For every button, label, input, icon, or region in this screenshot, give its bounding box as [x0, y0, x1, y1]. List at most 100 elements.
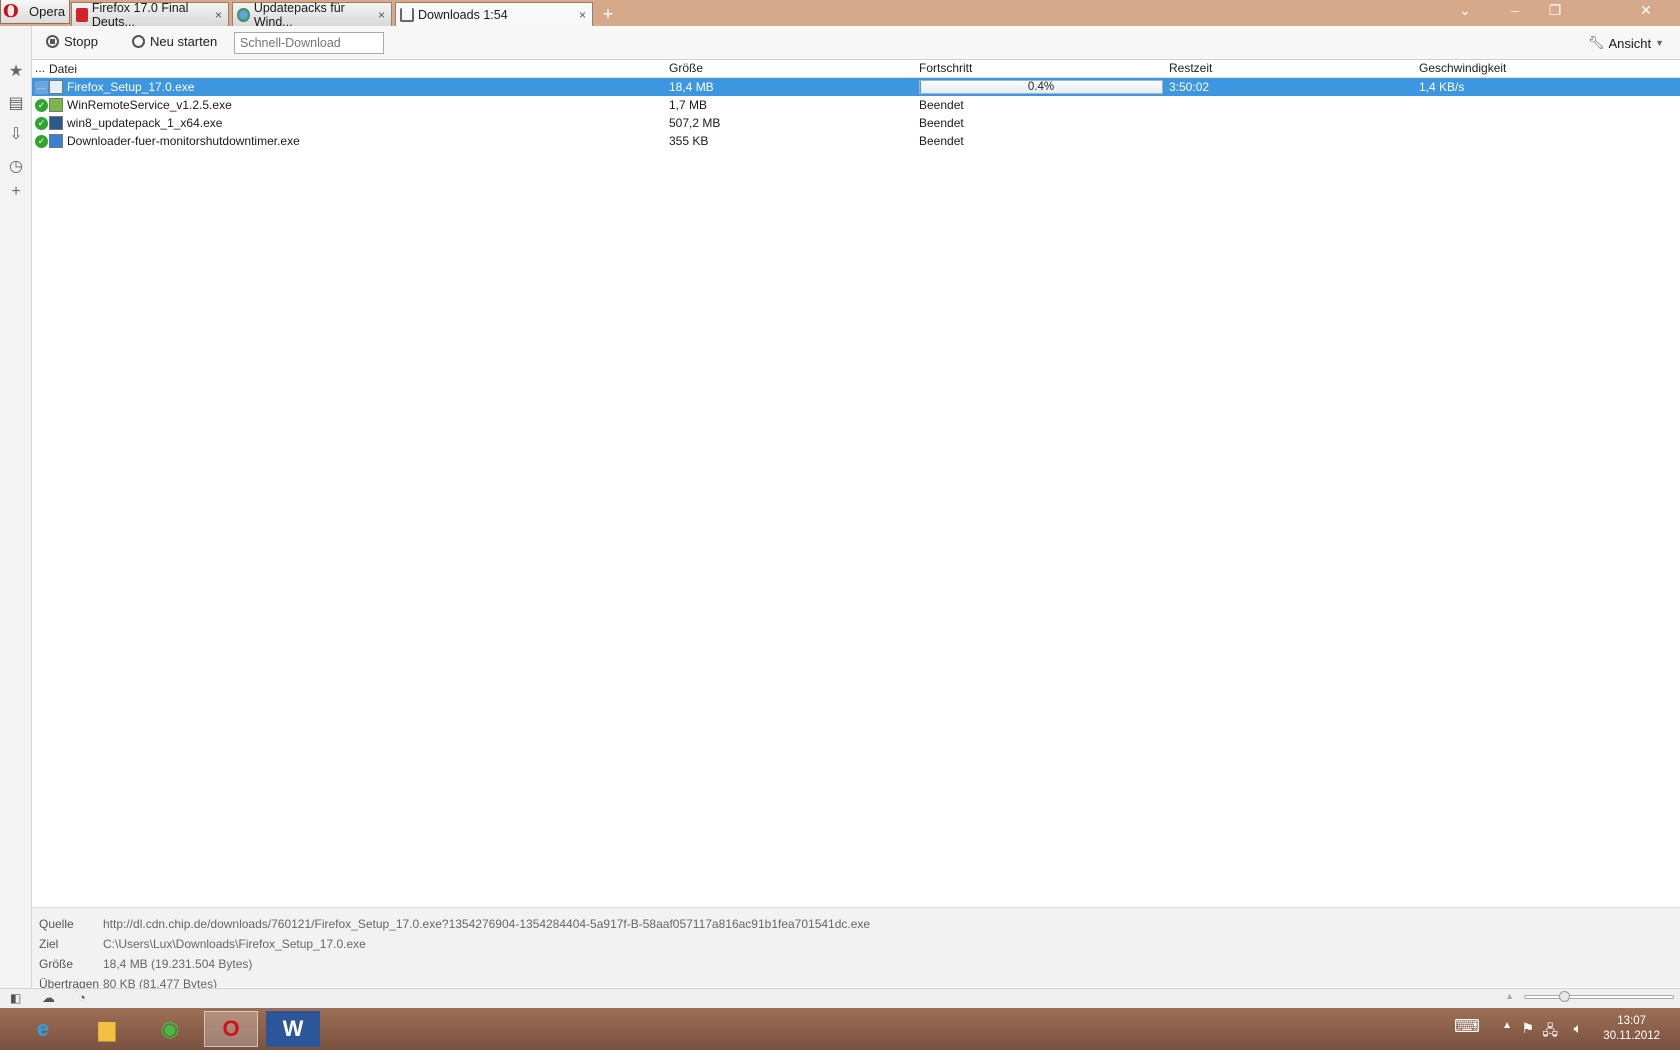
progress-fill: [920, 81, 921, 93]
restart-label: Neu starten: [150, 34, 218, 49]
chevron-down-icon: ▼: [1655, 38, 1664, 48]
keyboard-icon[interactable]: ⌨: [1454, 1016, 1480, 1037]
stop-label: Stopp: [64, 34, 98, 49]
table-row[interactable]: … Firefox_Setup_17.0.exe 18,4 MB 0.4% 3:…: [32, 78, 1680, 96]
tab-firefox[interactable]: Firefox 17.0 Final Deuts... ×: [71, 0, 229, 29]
tab-title: Updatepacks für Wind...: [253, 0, 345, 29]
progress-label: 0.4%: [1027, 81, 1055, 93]
tray-expand-icon[interactable]: ▲: [1502, 1020, 1512, 1031]
column-header-file[interactable]: Datei: [49, 61, 669, 77]
file-icon: [49, 80, 63, 94]
tab-updatepacks[interactable]: Updatepacks für Wind... ×: [232, 0, 392, 29]
downloading-icon: …: [35, 80, 48, 94]
column-header-remaining[interactable]: Restzeit: [1169, 61, 1419, 77]
opera-menu-label: Opera: [29, 4, 66, 19]
turbo-icon[interactable]: ◔: [78, 990, 86, 1005]
action-center-flag-icon[interactable]: ⚑: [1521, 1020, 1534, 1037]
panel-toggle-icon[interactable]: ◧: [10, 991, 21, 1005]
column-header-speed[interactable]: Geschwindigkeit: [1419, 61, 1679, 77]
zoom-up-icon[interactable]: ▲: [1505, 991, 1514, 1001]
file-size: 355 KB: [669, 134, 709, 148]
target-path[interactable]: C:\Users\Lux\Downloads\Firefox_Setup_17.…: [103, 937, 366, 951]
clock-date: 30.11.2012: [1603, 1030, 1660, 1042]
size-value: 18,4 MB (19.231.504 Bytes): [103, 957, 253, 971]
zoom-slider-knob[interactable]: [1559, 991, 1570, 1002]
download-speed: 1,4 KB/s: [1419, 80, 1465, 94]
file-name: Downloader-fuer-monitorshutdowntimer.exe: [67, 134, 300, 148]
bookmarks-star-icon[interactable]: ★: [6, 62, 26, 82]
restore-icon[interactable]: ❐: [1540, 2, 1570, 19]
column-header-size[interactable]: Größe: [669, 61, 919, 77]
restart-button[interactable]: Neu starten: [132, 34, 217, 49]
downloads-panel-icon[interactable]: ⇩: [6, 125, 26, 145]
downloads-toolbar: Stopp Neu starten 🔧︎ Ansicht ▼: [32, 26, 1680, 60]
remaining-time: 3:50:02: [1169, 80, 1210, 94]
opera-taskbar-icon[interactable]: O: [204, 1011, 258, 1047]
download-details-pane: Quelle http://dl.cdn.chip.de/downloads/7…: [32, 907, 1680, 991]
check-icon: ✓: [35, 134, 48, 148]
download-icon: [400, 7, 414, 22]
zoom-slider[interactable]: [1524, 991, 1674, 1002]
side-panel: ★ ▤ ⇩ ◷ +: [0, 26, 32, 1008]
tab-close-icon[interactable]: ×: [376, 8, 387, 22]
history-clock-icon[interactable]: ◷: [6, 157, 26, 177]
detail-label: Ziel: [39, 937, 59, 951]
notes-icon[interactable]: ▤: [6, 94, 26, 114]
volume-icon[interactable]: 🔈︎: [1574, 1020, 1582, 1037]
column-header-progress[interactable]: Fortschritt: [919, 61, 1169, 77]
file-name: win8_updatepack_1_x64.exe: [67, 116, 223, 130]
favicon-icon: [76, 7, 88, 22]
tab-close-icon[interactable]: ×: [577, 8, 588, 22]
tab-close-icon[interactable]: ×: [213, 8, 224, 22]
file-explorer-icon[interactable]: ▆: [80, 1011, 134, 1047]
view-label: Ansicht: [1608, 35, 1652, 51]
tab-downloads[interactable]: Downloads 1:54 ×: [395, 2, 593, 26]
progress-status: Beendet: [919, 134, 964, 148]
opera-logo-icon: O: [3, 0, 19, 22]
file-name: Firefox_Setup_17.0.exe: [67, 80, 195, 94]
detail-source: Quelle http://dl.cdn.chip.de/downloads/7…: [32, 914, 1680, 934]
quick-download-input[interactable]: [234, 32, 384, 54]
stop-button[interactable]: Stopp: [46, 34, 98, 49]
check-icon: ✓: [35, 116, 48, 130]
browser-titlebar: O Opera Firefox 17.0 Final Deuts... × Up…: [0, 0, 1680, 29]
word-icon[interactable]: W: [266, 1011, 320, 1047]
favicon-icon: [237, 7, 250, 22]
wrench-icon: 🔧︎: [1587, 35, 1605, 50]
progress-status: Beendet: [919, 116, 964, 130]
add-panel-icon[interactable]: +: [6, 182, 26, 202]
table-row[interactable]: ✓ WinRemoteService_v1.2.5.exe 1,7 MB Bee…: [32, 96, 1680, 114]
progress-bar: 0.4%: [919, 80, 1163, 94]
taskbar-clock[interactable]: 13:07 30.11.2012: [1603, 1014, 1660, 1044]
file-name: WinRemoteService_v1.2.5.exe: [67, 98, 232, 112]
view-menu-button[interactable]: 🔧︎ Ansicht ▼: [1588, 35, 1664, 51]
check-icon: ✓: [35, 98, 48, 112]
column-header-flag[interactable]: ...: [32, 61, 49, 77]
status-bar: ◧ ☁ ◔ ▲: [0, 988, 1680, 1008]
new-tab-button[interactable]: +: [598, 4, 618, 24]
detail-label: Größe: [39, 957, 74, 971]
restart-icon: [132, 35, 145, 48]
detail-label: Quelle: [39, 917, 74, 931]
internet-explorer-icon[interactable]: e: [16, 1011, 70, 1047]
network-icon[interactable]: 🖧︎: [1542, 1020, 1558, 1044]
table-header: ... Datei Größe Fortschritt Restzeit Ges…: [32, 61, 1680, 78]
minimize-icon[interactable]: –: [1500, 2, 1530, 18]
progress-status: Beendet: [919, 98, 964, 112]
detail-size: Größe 18,4 MB (19.231.504 Bytes): [32, 954, 1680, 974]
table-row[interactable]: ✓ Downloader-fuer-monitorshutdowntimer.e…: [32, 132, 1680, 150]
source-url[interactable]: http://dl.cdn.chip.de/downloads/760121/F…: [103, 917, 870, 931]
clock-time: 13:07: [1617, 1015, 1647, 1027]
tab-title: Downloads 1:54: [418, 7, 508, 22]
tab-title: Firefox 17.0 Final Deuts...: [91, 0, 189, 29]
media-center-icon[interactable]: ◉: [143, 1011, 197, 1047]
opera-menu-button[interactable]: O Opera: [0, 0, 70, 24]
tab-list-icon[interactable]: ⌄: [1450, 2, 1480, 19]
table-row[interactable]: ✓ win8_updatepack_1_x64.exe 507,2 MB Bee…: [32, 114, 1680, 132]
file-size: 18,4 MB: [669, 80, 714, 94]
file-icon: [49, 116, 63, 130]
file-icon: [49, 98, 63, 112]
cloud-icon[interactable]: ☁: [42, 990, 55, 1006]
downloads-table: ... Datei Größe Fortschritt Restzeit Ges…: [32, 61, 1680, 150]
close-window-icon[interactable]: ✕: [1616, 2, 1676, 19]
